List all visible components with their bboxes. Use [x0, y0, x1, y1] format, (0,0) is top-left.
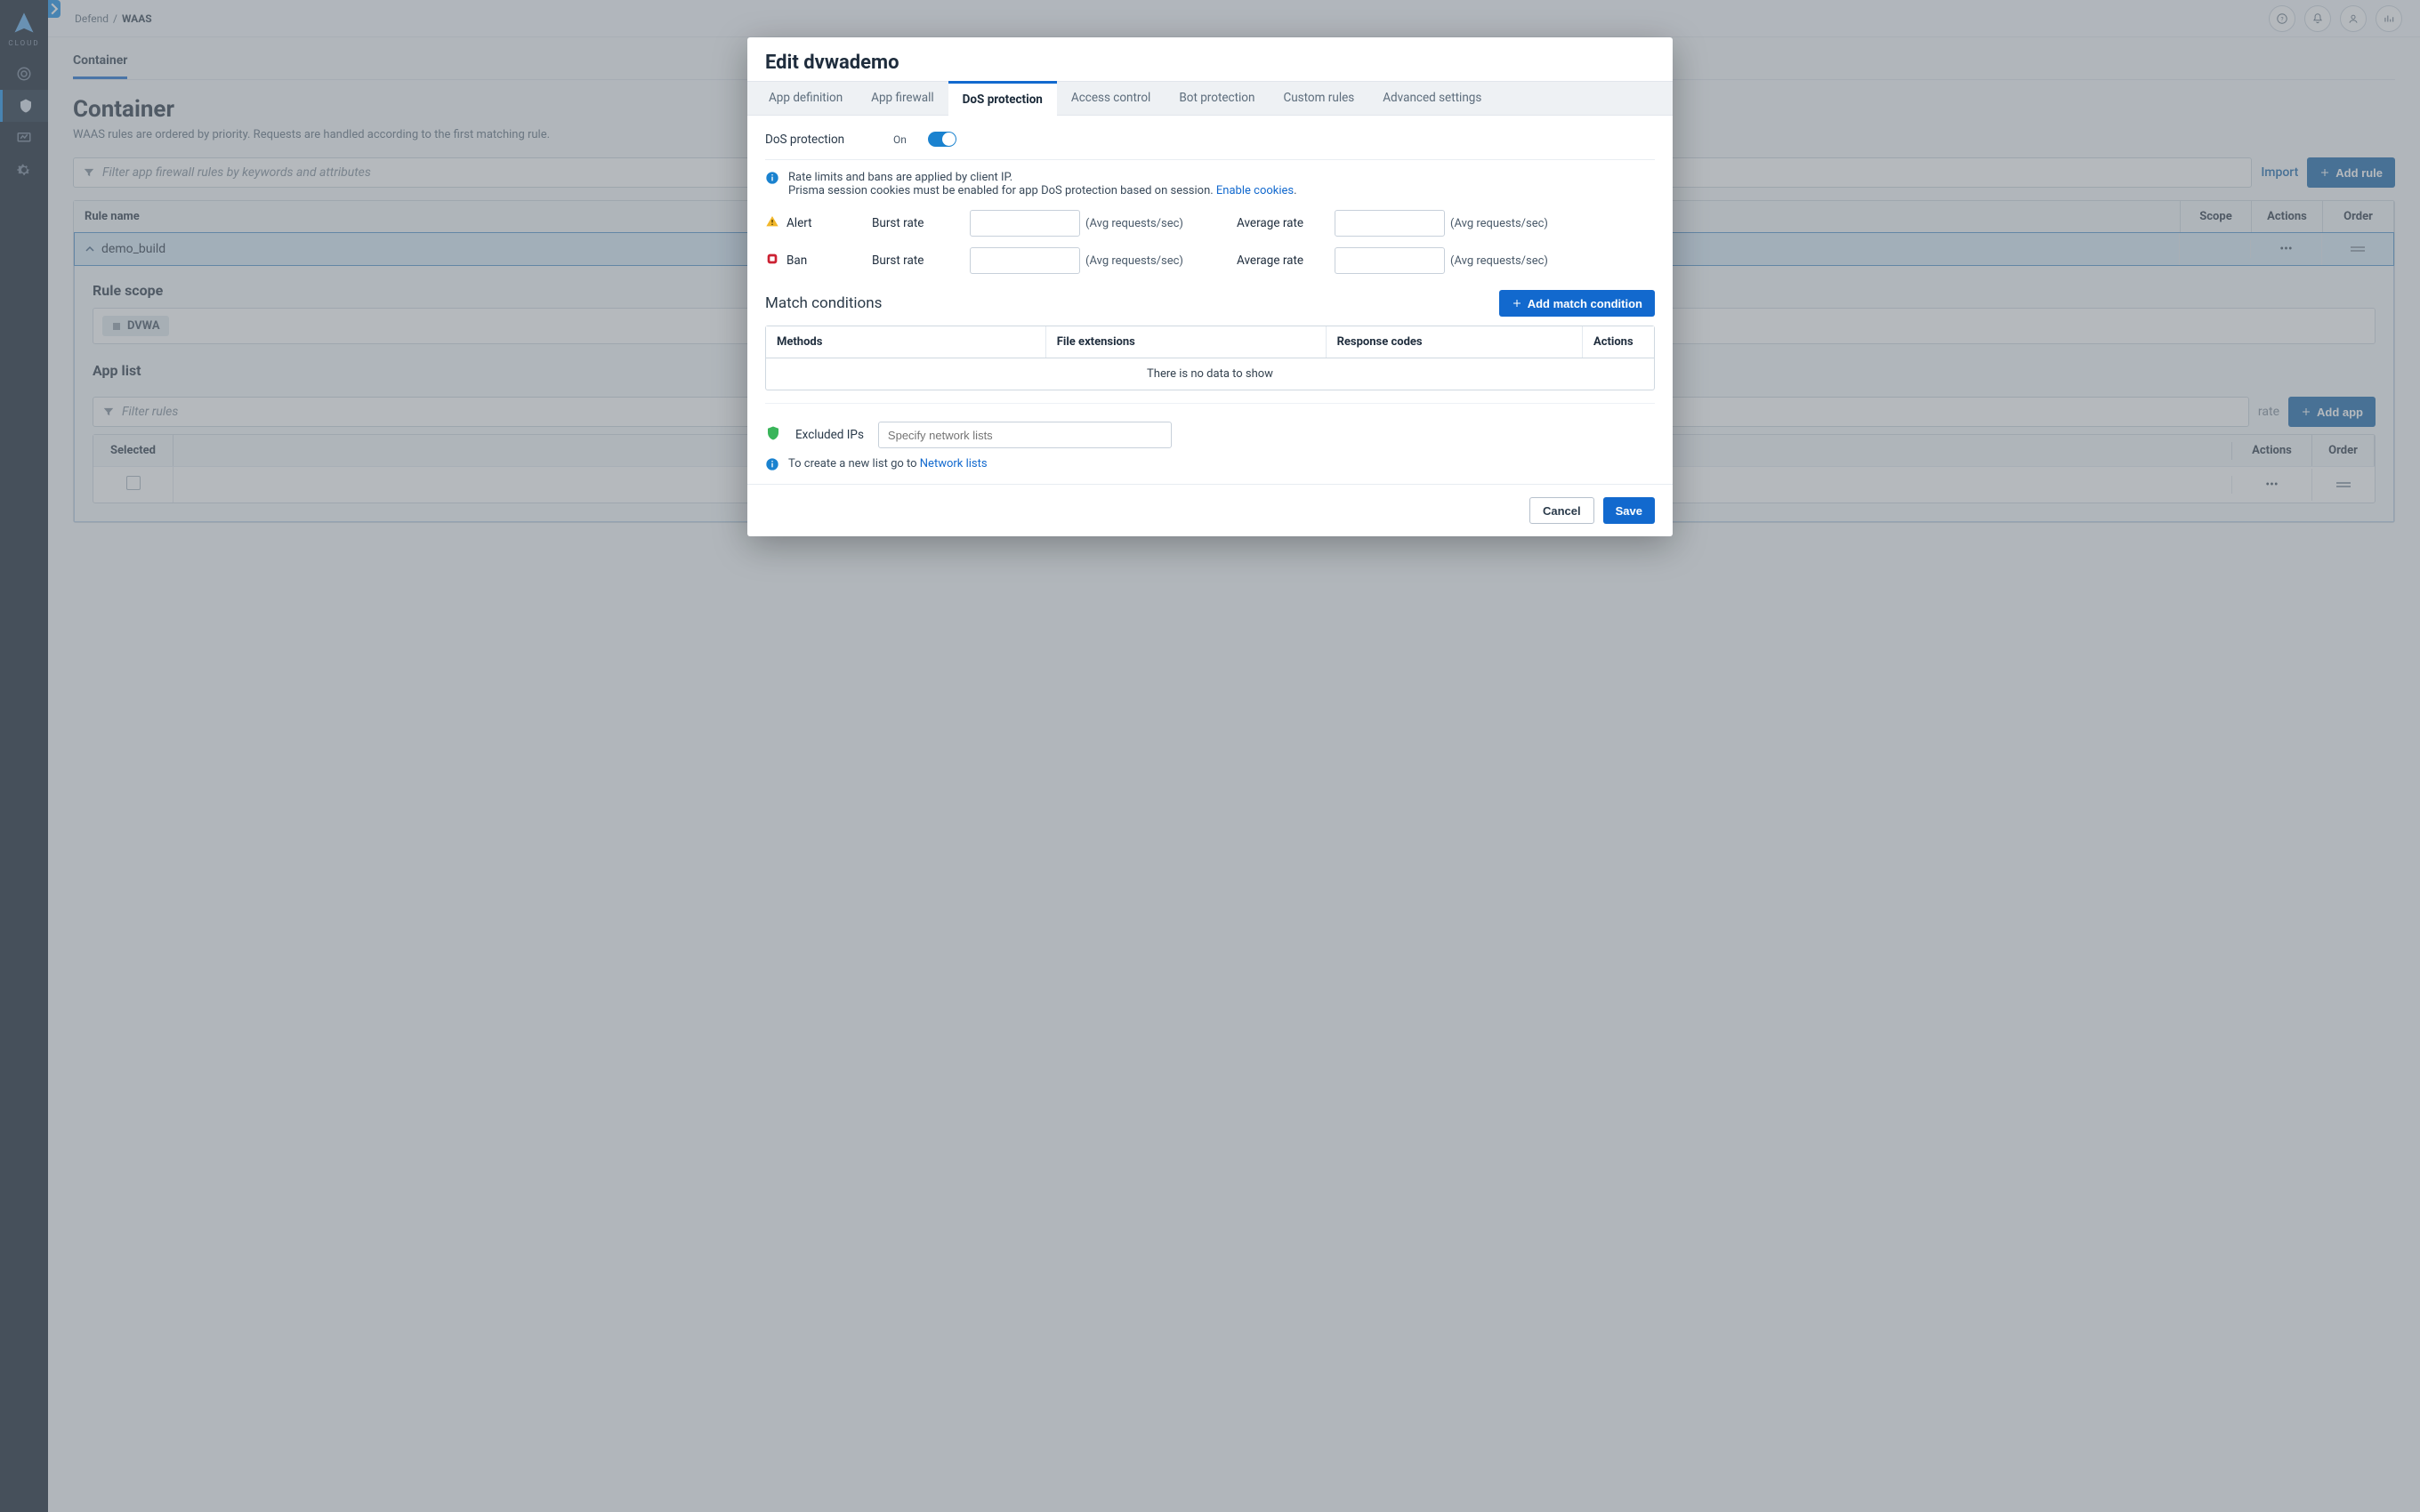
add-match-label: Add match condition [1528, 297, 1642, 310]
alert-icon [765, 214, 779, 232]
col-response-codes: Response codes [1327, 326, 1583, 358]
tab-advanced-settings[interactable]: Advanced settings [1368, 82, 1496, 115]
ban-avg-label: Average rate [1237, 253, 1335, 268]
alert-burst-hint: (Avg requests/sec) [1085, 217, 1237, 230]
toggle-on-label: On [893, 133, 907, 146]
alert-avg-hint: (Avg requests/sec) [1450, 217, 1601, 230]
dos-toggle[interactable] [928, 132, 956, 147]
excluded-ips-input[interactable] [878, 422, 1172, 448]
alert-avg-label: Average rate [1237, 216, 1335, 230]
alert-label: Alert [786, 216, 812, 230]
col-match-actions: Actions [1583, 326, 1654, 358]
ban-label: Ban [786, 253, 807, 268]
alert-burst-label: Burst rate [872, 216, 970, 230]
ban-icon [765, 252, 779, 269]
plus-icon [1512, 298, 1522, 309]
col-file-extensions: File extensions [1046, 326, 1327, 358]
ban-burst-hint: (Avg requests/sec) [1085, 254, 1237, 268]
alert-avg-input[interactable] [1335, 210, 1445, 237]
edit-app-modal: Edit dvwademo App definition App firewal… [747, 37, 1673, 536]
tab-app-definition[interactable]: App definition [754, 82, 857, 115]
info-icon [765, 171, 779, 185]
ban-burst-input[interactable] [970, 247, 1080, 274]
save-button[interactable]: Save [1603, 497, 1655, 524]
tab-dos-protection[interactable]: DoS protection [948, 81, 1057, 116]
enable-cookies-link[interactable]: Enable cookies [1216, 184, 1294, 197]
shield-icon [765, 425, 781, 445]
info-icon [765, 457, 779, 471]
info-line-2: Prisma session cookies must be enabled f… [788, 184, 1216, 197]
modal-title: Edit dvwademo [765, 52, 1655, 74]
ban-avg-input[interactable] [1335, 247, 1445, 274]
ban-burst-label: Burst rate [872, 253, 970, 268]
tab-app-firewall[interactable]: App firewall [857, 82, 948, 115]
tab-custom-rules[interactable]: Custom rules [1269, 82, 1368, 115]
match-empty-text: There is no data to show [766, 358, 1654, 390]
network-lists-link[interactable]: Network lists [920, 457, 988, 470]
excluded-ips-label: Excluded IPs [795, 428, 864, 442]
tab-bot-protection[interactable]: Bot protection [1165, 82, 1269, 115]
col-methods: Methods [766, 326, 1046, 358]
add-match-condition-button[interactable]: Add match condition [1499, 290, 1655, 317]
cancel-button[interactable]: Cancel [1529, 497, 1594, 524]
info-line-1: Rate limits and bans are applied by clie… [788, 171, 1297, 184]
dos-protection-label: DoS protection [765, 133, 872, 147]
ban-avg-hint: (Avg requests/sec) [1450, 254, 1601, 268]
new-list-prefix: To create a new list go to [788, 457, 920, 470]
match-conditions-heading: Match conditions [765, 294, 882, 312]
alert-burst-input[interactable] [970, 210, 1080, 237]
tab-access-control[interactable]: Access control [1057, 82, 1165, 115]
